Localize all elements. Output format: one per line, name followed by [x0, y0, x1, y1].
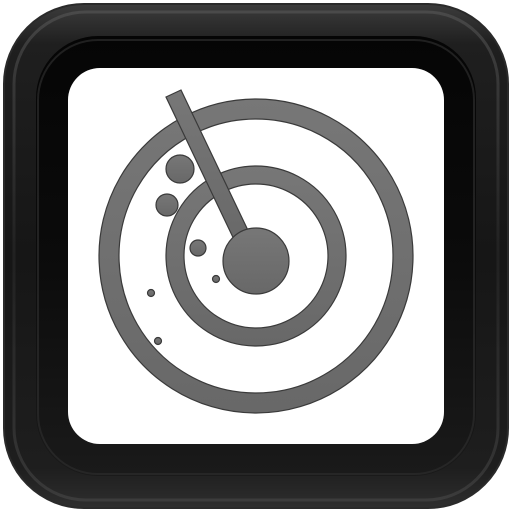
radar-blip-dot — [146, 288, 156, 298]
radar-app-icon[interactable] — [0, 0, 512, 512]
radar-blip-dot — [211, 274, 221, 284]
radar-blip-small — [189, 239, 207, 257]
radar-blip-dot — [153, 336, 163, 346]
radar-blip-large — [165, 154, 195, 184]
radar-blip-medium — [155, 193, 179, 217]
radar-center-hub — [222, 227, 290, 295]
